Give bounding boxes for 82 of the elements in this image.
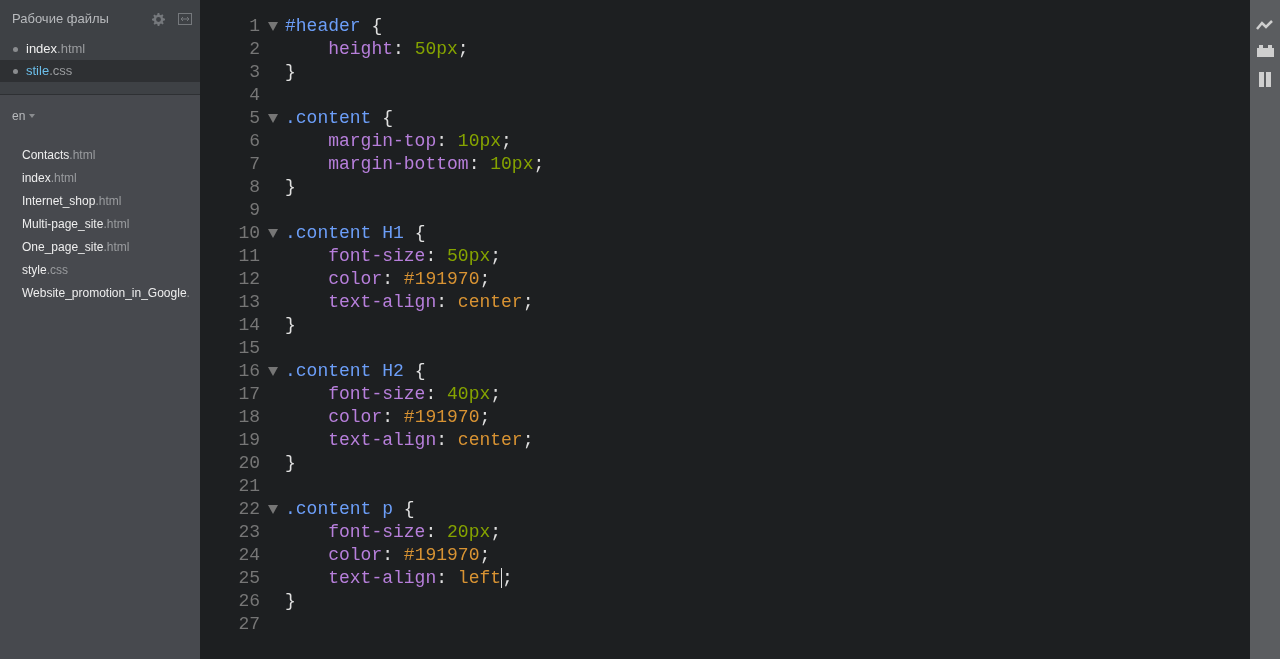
code-text: } bbox=[285, 176, 296, 199]
settings-icon[interactable] bbox=[152, 12, 165, 26]
code-text: font-size: 20px; bbox=[327, 521, 502, 544]
code-text: color: #191970; bbox=[327, 544, 491, 567]
code-text: } bbox=[285, 590, 296, 613]
line-number: 4 bbox=[248, 84, 260, 107]
book-icon[interactable] bbox=[1258, 71, 1272, 88]
folder-dropdown[interactable]: en bbox=[12, 107, 36, 125]
fold-arrow-icon[interactable] bbox=[267, 367, 278, 376]
working-file-item[interactable]: index.html bbox=[0, 38, 200, 60]
line-number: 18 bbox=[237, 406, 260, 429]
project-file-item[interactable]: style.css bbox=[0, 258, 200, 281]
code-text: text-align: center; bbox=[327, 291, 534, 314]
line-number: 19 bbox=[237, 429, 260, 452]
line-number: 20 bbox=[237, 452, 260, 475]
code-text: .content H1 { bbox=[285, 222, 426, 245]
line-number: 22 bbox=[237, 498, 260, 521]
code-text: height: 50px; bbox=[327, 38, 469, 61]
caret-icon bbox=[29, 114, 36, 118]
line-number: 3 bbox=[248, 61, 260, 84]
working-file-item[interactable]: stile.css bbox=[0, 60, 200, 82]
fold-arrow-icon[interactable] bbox=[267, 22, 278, 31]
code-text: color: #191970; bbox=[327, 406, 491, 429]
line-number: 25 bbox=[237, 567, 260, 590]
code-text: } bbox=[285, 452, 296, 475]
line-number: 26 bbox=[237, 590, 260, 613]
section-title: Рабочие файлы bbox=[12, 10, 110, 29]
code-text: font-size: 40px; bbox=[327, 383, 502, 406]
code-text: .content H2 { bbox=[285, 360, 426, 383]
fold-arrow-icon[interactable] bbox=[267, 229, 278, 238]
line-number: 11 bbox=[237, 245, 260, 268]
fold-arrow-icon[interactable] bbox=[267, 505, 278, 514]
file-name: stile.css bbox=[26, 62, 73, 81]
code-text: } bbox=[285, 61, 296, 84]
project-file-item[interactable]: Contacts.html bbox=[0, 143, 200, 166]
code-text: font-size: 50px; bbox=[327, 245, 502, 268]
file-name: index.html bbox=[22, 169, 77, 187]
project-file-item[interactable]: Multi-page_site.html bbox=[0, 212, 200, 235]
code-text: } bbox=[285, 314, 296, 337]
line-number: 7 bbox=[248, 153, 260, 176]
file-name: Contacts.html bbox=[22, 146, 96, 164]
line-number: 16 bbox=[237, 360, 260, 383]
file-name: Internet_shop.html bbox=[22, 192, 122, 210]
line-number: 24 bbox=[237, 544, 260, 567]
code-text: margin-bottom: 10px; bbox=[327, 153, 545, 176]
line-number: 27 bbox=[237, 613, 260, 636]
code-text: #header { bbox=[285, 15, 383, 38]
code-text: margin-top: 10px; bbox=[327, 130, 512, 153]
code-text: text-align: center; bbox=[327, 429, 534, 452]
line-number: 13 bbox=[237, 291, 260, 314]
code-text: .content p { bbox=[285, 498, 415, 521]
file-name: index.html bbox=[26, 40, 86, 59]
line-number: 5 bbox=[248, 107, 260, 130]
bullet-icon bbox=[13, 68, 18, 74]
line-number: 1 bbox=[248, 15, 260, 38]
line-number: 9 bbox=[248, 199, 260, 222]
file-name: Multi-page_site.html bbox=[22, 215, 130, 233]
project-file-item[interactable]: index.html bbox=[0, 166, 200, 189]
file-name: One_page_site.html bbox=[22, 238, 130, 256]
line-number: 2 bbox=[248, 38, 260, 61]
code-text: text-align: left; bbox=[327, 567, 513, 591]
file-name: style.css bbox=[22, 261, 69, 279]
bullet-icon bbox=[13, 46, 18, 52]
line-number: 10 bbox=[237, 222, 260, 245]
code-text: .content { bbox=[285, 107, 394, 130]
project-file-item[interactable]: Internet_shop.html bbox=[0, 189, 200, 212]
line-number: 6 bbox=[248, 130, 260, 153]
project-file-item[interactable]: One_page_site.html bbox=[0, 235, 200, 258]
file-name: Website_promotion_in_Google. bbox=[22, 284, 190, 302]
code-text: color: #191970; bbox=[327, 268, 491, 291]
split-view-icon[interactable] bbox=[178, 13, 192, 25]
line-number: 15 bbox=[237, 337, 260, 360]
project-file-item[interactable]: Website_promotion_in_Google. bbox=[0, 281, 200, 304]
line-number: 23 bbox=[237, 521, 260, 544]
line-number: 21 bbox=[237, 475, 260, 498]
fold-arrow-icon[interactable] bbox=[267, 114, 278, 123]
line-number: 17 bbox=[237, 383, 260, 406]
line-number: 12 bbox=[237, 268, 260, 291]
brick-icon[interactable] bbox=[1256, 44, 1274, 57]
line-number: 8 bbox=[248, 176, 260, 199]
line-number: 14 bbox=[237, 314, 260, 337]
live-preview-icon[interactable] bbox=[1256, 20, 1274, 30]
